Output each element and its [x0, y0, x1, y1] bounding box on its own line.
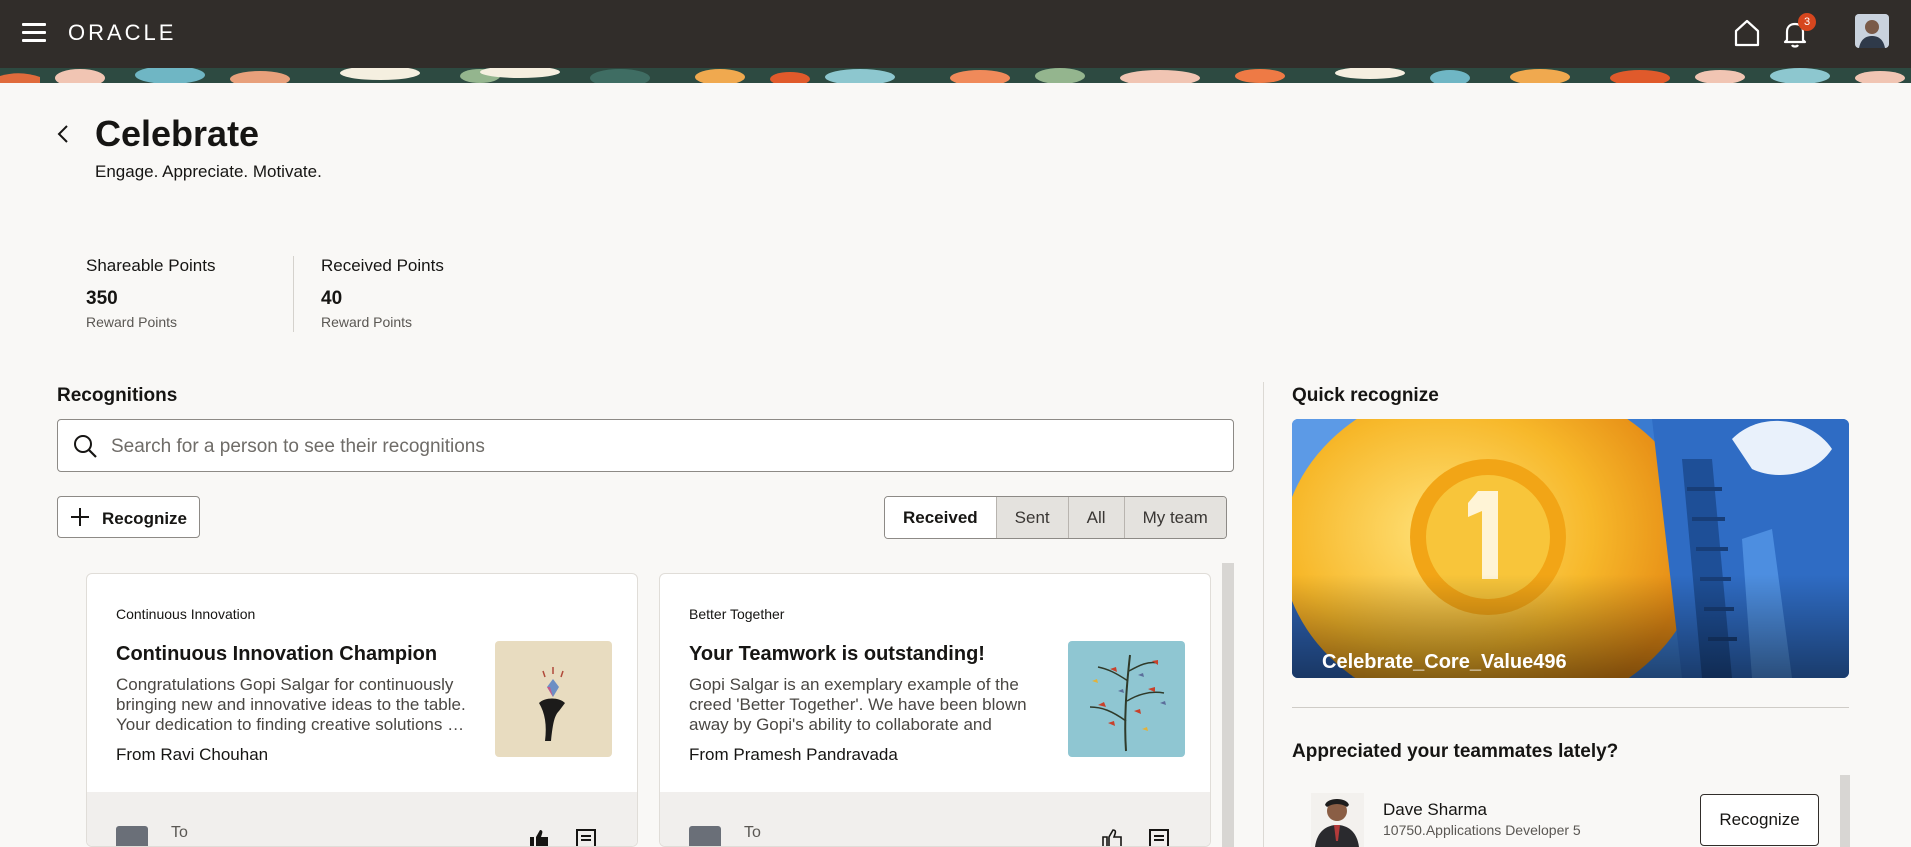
- page-title: Celebrate: [95, 113, 260, 154]
- banner-illustration: [0, 68, 1911, 83]
- recognitions-search-input[interactable]: Search for a person to see their recogni…: [57, 419, 1234, 472]
- teammate-name[interactable]: Dave Sharma: [1383, 800, 1487, 820]
- quick-recognize-card[interactable]: Celebrate_Core_Value496: [1292, 419, 1849, 678]
- card-to: To: [744, 824, 761, 841]
- received-points-unit: Reward Points: [321, 314, 413, 330]
- card-from: From Ravi Chouhan: [116, 745, 269, 764]
- card-category: Better Together: [689, 606, 785, 622]
- card-category: Continuous Innovation: [116, 606, 256, 622]
- recognition-card[interactable]: Continuous Innovation Continuous Innovat…: [86, 573, 638, 847]
- quick-recognize-title: Quick recognize: [1292, 385, 1439, 406]
- shareable-points-label: Shareable Points: [86, 256, 216, 275]
- recipient-avatar: [689, 826, 721, 846]
- recognition-filter-segmented: Received Sent All My team: [884, 496, 1227, 539]
- comment-icon[interactable]: [575, 828, 597, 846]
- search-icon: [72, 433, 98, 459]
- card-title[interactable]: Continuous Innovation Champion: [116, 643, 437, 666]
- shareable-points-value: 350: [86, 288, 118, 309]
- shareable-points-unit: Reward Points: [86, 314, 178, 330]
- filter-sent[interactable]: Sent: [995, 497, 1068, 538]
- filter-all[interactable]: All: [1067, 497, 1124, 538]
- recognize-teammate-button[interactable]: Recognize: [1700, 794, 1819, 846]
- filter-received[interactable]: Received: [885, 497, 996, 538]
- quick-recognize-card-label: Celebrate_Core_Value496: [1322, 651, 1567, 673]
- received-points-label: Received Points: [321, 256, 444, 275]
- column-separator: [1263, 382, 1264, 847]
- comment-icon[interactable]: [1148, 828, 1170, 846]
- card-footer: To: [87, 792, 637, 846]
- plus-icon: [70, 507, 90, 527]
- points-divider: [293, 256, 294, 332]
- quick-recognize-separator: [1292, 707, 1849, 708]
- card-thumbnail-hand-diamond: [495, 641, 612, 757]
- recognize-button[interactable]: Recognize: [57, 496, 200, 538]
- card-footer: To: [660, 792, 1210, 846]
- cards-scrollbar[interactable]: [1222, 563, 1234, 847]
- card-body: Gopi Salgar is an exemplary example of t…: [689, 675, 1027, 734]
- notification-badge: 3: [1798, 13, 1816, 31]
- page-subtitle: Engage. Appreciate. Motivate.: [95, 162, 322, 181]
- card-from: From Pramesh Pandravada: [689, 745, 898, 764]
- recognize-button-label: Recognize: [102, 509, 188, 528]
- recognition-cards: Continuous Innovation Continuous Innovat…: [57, 563, 1234, 847]
- recognition-card[interactable]: Better Together Your Teamwork is outstan…: [659, 573, 1211, 847]
- filter-my-team[interactable]: My team: [1123, 497, 1226, 538]
- like-outline-icon[interactable]: [1100, 828, 1124, 846]
- search-placeholder: Search for a person to see their recogni…: [111, 436, 485, 457]
- teammates-scrollbar[interactable]: [1840, 775, 1850, 847]
- top-bar: ORACLE 3: [0, 0, 1911, 68]
- received-points: Received Points 40 Reward Points: [321, 256, 444, 330]
- recognitions-title: Recognitions: [57, 385, 178, 406]
- card-to: To: [171, 824, 188, 841]
- teammate-avatar: [1311, 793, 1364, 847]
- received-points-value: 40: [321, 288, 343, 309]
- back-arrow-icon[interactable]: [52, 122, 76, 146]
- card-body: Congratulations Gopi Salgar for continuo…: [116, 675, 466, 734]
- recipient-avatar: [116, 826, 148, 846]
- card-title[interactable]: Your Teamwork is outstanding!: [689, 643, 985, 666]
- hamburger-menu-icon[interactable]: [20, 20, 48, 46]
- card-thumbnail-birds-tree: [1068, 641, 1185, 757]
- trophy-medal-illustration: [1292, 419, 1849, 678]
- teammate-role: 10750.Applications Developer 5: [1383, 822, 1581, 838]
- home-icon[interactable]: [1730, 16, 1764, 50]
- like-filled-icon[interactable]: [527, 828, 551, 846]
- oracle-logo[interactable]: ORACLE: [68, 20, 176, 46]
- shareable-points: Shareable Points 350 Reward Points: [86, 256, 215, 330]
- teammates-title: Appreciated your teammates lately?: [1292, 741, 1619, 762]
- user-avatar[interactable]: [1855, 14, 1889, 48]
